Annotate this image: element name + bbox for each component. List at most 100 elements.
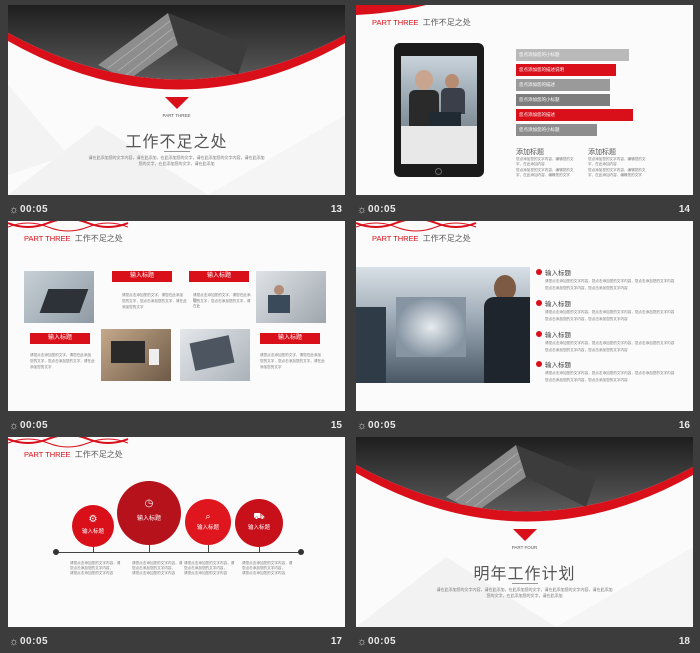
slide-17-canvas: PART THREE 工作不足之处 ⚙ 输入标题 ◷ 输入标题 ⌕ 输入标题 ⛟… — [8, 437, 345, 627]
label-button-1: 输入标题 — [112, 271, 172, 282]
slide-duration: 00:05 — [368, 420, 397, 431]
column-2-text-b: 您点添加您的文字内容，编辑您的文字，在此添加内容，编辑您的文字 — [588, 168, 646, 178]
subtitle-line2: 您的文字，在此添加您的文字，请在此添加 — [486, 593, 563, 598]
photo-phone-desk — [101, 329, 171, 381]
bar-item-6: 您点添加您的小标题 — [516, 124, 597, 136]
bar-list: 您点添加您的小标题 您点添加您的描述说明 您点添加您的描述 您点添加您的小标题 … — [516, 49, 646, 139]
bar-item-2: 您点添加您的描述说明 — [516, 64, 617, 76]
text-block-b-2: 您的文字，您点击添加您的文字，请在此 — [193, 299, 251, 309]
bullet-text-a: 请您点击添加您的文字内容，您点击添加您的文字内容，您点击添加您的文字内容 — [545, 341, 675, 345]
clock-icon: ☼ — [357, 204, 368, 216]
red-triangle-marker — [513, 529, 537, 541]
slide-duration: 00:05 — [368, 636, 397, 647]
step-circle-3: ⌕ 输入标题 — [185, 499, 231, 545]
title-underline — [512, 583, 538, 584]
bullet-text-b: 您点击添加您的文字内容，您点击添加您的文字内容 — [545, 286, 628, 290]
bullet-dot — [536, 300, 542, 306]
building-header-photo — [356, 437, 693, 522]
slide-header: PART THREE 工作不足之处 — [24, 233, 123, 244]
bar-item-4: 您点添加您的小标题 — [516, 94, 610, 106]
slide-number: 17 — [330, 636, 342, 647]
column-2-text-a: 您点添加您的文字内容，编辑您的文字，在此添加内容 — [588, 157, 646, 167]
slide-14-footer: ☼ 00:05 14 — [356, 200, 693, 221]
bullet-list: 输入标题 请您点击添加您的文字内容，您点击添加您的文字内容，您点击添加您的文字内… — [536, 267, 686, 383]
timeline-line — [56, 552, 302, 553]
step-label: 输入标题 — [247, 525, 270, 531]
column-1-title: 添加标题 — [516, 149, 544, 156]
slide-13-canvas: PART THREE 工作不足之处 请在此添加您的文字内容，请在此添加，在此添加… — [8, 5, 345, 195]
text-block-c-1: 请您点击添加您的文字，请您在此添加 — [30, 353, 92, 357]
search-icon: ⌕ — [205, 511, 211, 521]
slide-18-footer: ☼ 00:05 18 — [356, 632, 693, 653]
slide-duration: 00:05 — [20, 420, 49, 431]
header-title: 工作不足之处 — [74, 450, 123, 459]
gear-icon: ⚙ — [88, 514, 98, 525]
text-block-c-2: 您的文字，您点击添加您的文字，请在此 — [30, 359, 95, 363]
slide-header: PART THREE 工作不足之处 — [372, 233, 471, 244]
slide-15-footer: ☼ 00:05 15 — [8, 416, 345, 437]
section-title: 明年工作计划 — [473, 566, 576, 583]
label-button-4: 输入标题 — [260, 333, 320, 344]
header-title: 工作不足之处 — [74, 234, 123, 243]
photo-laptop — [24, 271, 94, 323]
bullet-dot — [536, 269, 542, 275]
step-circle-2: ◷ 输入标题 — [117, 481, 181, 545]
bullet-title: 输入标题 — [545, 362, 571, 369]
bullet-text-b: 您点击添加您的文字内容，您点击添加您的文字内容 — [545, 317, 628, 321]
slide-number: 15 — [330, 420, 342, 431]
slide-13-footer: ☼ 00:05 13 — [8, 200, 345, 221]
step-circle-4: ⛟ 输入标题 — [235, 499, 283, 547]
step-text-line: 请您点击添加您的文字内容 — [132, 571, 176, 576]
cart-icon: ⛟ — [253, 511, 265, 521]
step-stem-4 — [259, 547, 260, 552]
tablet-frame — [394, 43, 484, 177]
building-header-photo — [8, 5, 345, 90]
step-stem-2 — [149, 545, 150, 552]
step-stem-1 — [93, 547, 94, 552]
step-text-4: 请您点击添加您的文字内容，请 您点击添加您的文字内容， 请您点击添加您的文字内容 — [242, 561, 302, 577]
step-label: 输入标题 — [81, 529, 104, 535]
bullet-title: 输入标题 — [545, 301, 571, 308]
header-part: PART THREE — [372, 234, 419, 243]
tablet-home-button — [435, 168, 442, 175]
photo-meeting — [256, 271, 326, 323]
step-text-3: 请您点击添加您的文字内容，请 您点击添加您的文字内容， 请您点击添加您的文字内容 — [184, 561, 244, 577]
text-block-a-1: 请您点击添加您的文字，请您在此添加 — [122, 293, 184, 297]
step-text-line: 请您点击添加您的文字内容 — [70, 571, 114, 576]
step-text-2: 请您点击添加您的文字内容，请 您点击添加您的文字内容， 请您点击添加您的文字内容 — [132, 561, 192, 577]
bullet-dot — [536, 331, 542, 337]
slide-header: PART THREE 工作不足之处 — [24, 449, 123, 460]
clock-icon: ◷ — [144, 498, 154, 509]
slide-number: 16 — [678, 420, 690, 431]
bullet-title: 输入标题 — [545, 332, 571, 339]
text-block-a-2: 您的文字，您点击添加您的文字，请在此 — [122, 299, 187, 303]
bullet-text-a: 请您点击添加您的文字内容，您点击添加您的文字内容，您点击添加您的文字内容 — [545, 371, 675, 375]
text-block-d-3: 添加您的文字 — [260, 365, 282, 369]
column-2-title: 添加标题 — [588, 149, 616, 156]
clock-icon: ☼ — [9, 636, 20, 648]
text-block-d-2: 您的文字，您点击添加您的文字，请在此 — [260, 359, 325, 363]
column-1-text-a: 您点添加您的文字内容，编辑您的文字，在此添加内容 — [516, 157, 574, 167]
step-circle-1: ⚙ 输入标题 — [72, 505, 114, 547]
step-text-1: 请您点击添加您的文字内容，请 您点击添加您的文字内容， 请您点击添加您的文字内容 — [70, 561, 130, 577]
timeline-dot-end — [298, 549, 304, 555]
slide-duration: 00:05 — [20, 636, 49, 647]
photo-airplane-cabin — [356, 267, 530, 383]
section-tag: PART THREE — [162, 113, 191, 118]
bullet-text-a: 请您点击添加您的文字内容，您点击添加您的文字内容，您点击添加您的文字内容 — [545, 279, 675, 283]
header-title: 工作不足之处 — [422, 234, 471, 243]
photo-tablet-desk — [180, 329, 250, 381]
step-text-line: 请您点击添加您的文字内容 — [242, 571, 286, 576]
clock-icon: ☼ — [357, 420, 368, 432]
step-stem-3 — [208, 545, 209, 552]
subtitle-line2: 您的文字，在此添加您的文字，请在此添加 — [138, 161, 215, 166]
bullet-dot — [536, 361, 542, 367]
header-part: PART THREE — [24, 234, 71, 243]
bullet-title: 输入标题 — [545, 270, 571, 277]
label-button-2: 输入标题 — [189, 271, 249, 282]
slide-18-canvas: PART FOUR 明年工作计划 请在此添加您的文字内容，请在此添加，在此添加您… — [356, 437, 693, 627]
step-label: 输入标题 — [136, 516, 161, 522]
red-triangle-marker — [165, 97, 189, 109]
bar-item-3: 您点添加您的描述 — [516, 79, 610, 91]
bullet-text-b: 您点击添加您的文字内容，您点击添加您的文字内容 — [545, 378, 628, 382]
